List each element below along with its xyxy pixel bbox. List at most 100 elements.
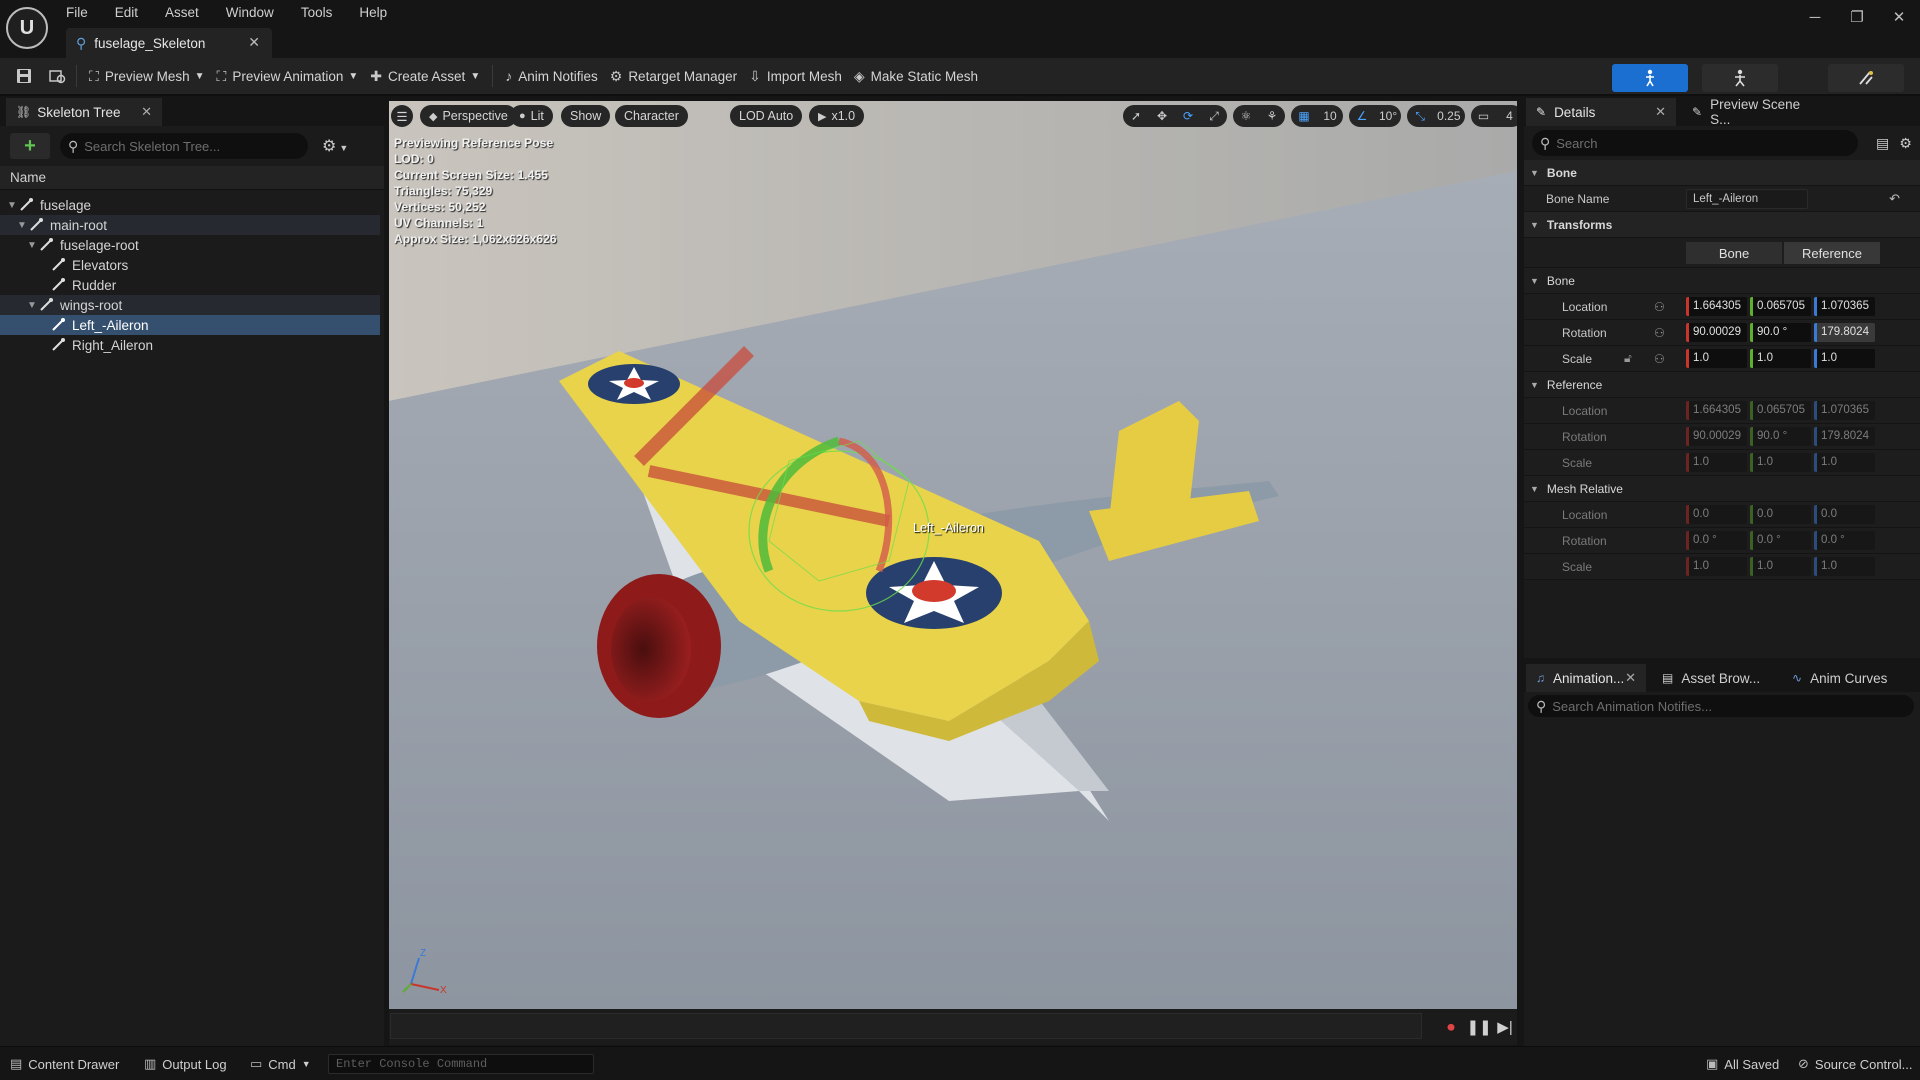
menu-tools[interactable]: Tools bbox=[301, 5, 333, 20]
expand-arrow-icon[interactable]: ▼ bbox=[6, 200, 18, 211]
perspective-button[interactable]: ◆ Perspective bbox=[420, 105, 517, 127]
menu-asset[interactable]: Asset bbox=[165, 5, 199, 20]
reference-toggle-button[interactable]: Reference bbox=[1784, 242, 1880, 264]
close-window-icon[interactable]: ✕ bbox=[1878, 0, 1920, 34]
settings-icon[interactable]: ⚙ bbox=[1899, 135, 1912, 152]
bone-name-field[interactable]: Left_-Aileron bbox=[1686, 189, 1808, 209]
world-space-icon[interactable]: ⚇ bbox=[1654, 300, 1665, 314]
browse-asset-icon[interactable] bbox=[46, 64, 70, 88]
skeleton-search-input[interactable] bbox=[84, 138, 308, 154]
scale-snap-icon[interactable]: ⤡ bbox=[1407, 105, 1434, 127]
close-tab-icon[interactable]: ✕ bbox=[1655, 104, 1666, 120]
skeleton-mode-button[interactable] bbox=[1612, 64, 1688, 92]
menu-edit[interactable]: Edit bbox=[115, 5, 138, 20]
surface-snap-icon[interactable]: ⚘ bbox=[1259, 105, 1285, 127]
console-command-input[interactable] bbox=[328, 1054, 594, 1074]
rotate-tool-icon[interactable]: ⟳ bbox=[1175, 105, 1201, 127]
section-transforms-header[interactable]: ▼ Transforms bbox=[1524, 212, 1920, 238]
menu-window[interactable]: Window bbox=[226, 5, 274, 20]
make-static-mesh-button[interactable]: ◈ Make Static Mesh bbox=[848, 62, 984, 90]
lod-button[interactable]: LOD Auto bbox=[730, 105, 803, 127]
animation-mode-button[interactable] bbox=[1828, 64, 1904, 92]
source-control-button[interactable]: ⊘ Source Control... bbox=[1798, 1053, 1912, 1075]
all-saved-button[interactable]: ▣ All Saved bbox=[1706, 1053, 1779, 1075]
grid-snap-icon[interactable]: ▦ bbox=[1291, 105, 1317, 127]
tree-row-right-aileron[interactable]: Right_Aileron bbox=[0, 335, 380, 355]
expand-arrow-icon[interactable]: ▼ bbox=[16, 220, 28, 231]
translate-tool-icon[interactable]: ✥ bbox=[1149, 105, 1175, 127]
tree-row-elevators[interactable]: Elevators bbox=[0, 255, 380, 275]
lock-icon[interactable]: 🔓︎ bbox=[1624, 351, 1632, 366]
character-button[interactable]: Character bbox=[615, 105, 688, 127]
subsection-reference-header[interactable]: ▼ Reference bbox=[1524, 372, 1920, 398]
grid-snap-value[interactable]: 10 bbox=[1317, 105, 1343, 127]
reset-icon[interactable]: ↶ bbox=[1889, 191, 1900, 207]
tree-row-fuselage-root[interactable]: ▼ fuselage-root bbox=[0, 235, 380, 255]
scale-y-field[interactable]: 1.0 bbox=[1750, 349, 1811, 368]
tab-preview-scene[interactable]: ✎ Preview Scene S... bbox=[1682, 97, 1816, 127]
tree-row-fuselage[interactable]: ▼ fuselage bbox=[0, 195, 380, 215]
viewport[interactable]: ☰ ◆ Perspective ● Lit Show Character LOD A… bbox=[389, 101, 1517, 1009]
expand-arrow-icon[interactable]: ▼ bbox=[26, 300, 38, 311]
tree-row-wings-root[interactable]: ▼ wings-root bbox=[0, 295, 380, 315]
rotation-snap-value[interactable]: 10° bbox=[1375, 105, 1402, 127]
scale-snap-value[interactable]: 0.25 bbox=[1433, 105, 1465, 127]
record-icon[interactable]: ⏺ bbox=[1440, 1016, 1462, 1038]
viewport-menu-button[interactable]: ☰ bbox=[391, 105, 413, 127]
import-mesh-button[interactable]: ⇩ Import Mesh bbox=[743, 62, 848, 90]
output-log-button[interactable]: ▥ Output Log bbox=[144, 1053, 227, 1075]
rotation-z-field[interactable]: 179.8024 bbox=[1814, 323, 1875, 342]
play-rate-button[interactable]: ▶ x1.0 bbox=[809, 105, 865, 127]
cmd-dropdown[interactable]: ▭ Cmd ▼ bbox=[250, 1053, 311, 1075]
menu-file[interactable]: File bbox=[66, 5, 88, 20]
preview-mesh-button[interactable]: ⛶ Preview Mesh ▼ bbox=[83, 62, 211, 90]
content-drawer-button[interactable]: ▤ Content Drawer bbox=[10, 1053, 119, 1075]
settings-icon[interactable]: ⚙ ▼ bbox=[322, 136, 348, 156]
menu-help[interactable]: Help bbox=[359, 5, 387, 20]
close-tab-icon[interactable]: ✕ bbox=[1625, 670, 1636, 686]
tree-row-left-aileron[interactable]: Left_-Aileron bbox=[0, 315, 380, 335]
tab-anim-curves[interactable]: ∿ Anim Curves bbox=[1782, 664, 1912, 692]
world-space-icon[interactable]: ⚇ bbox=[1654, 326, 1665, 340]
tab-animation-notifies[interactable]: ♫ Animation... ✕ bbox=[1526, 664, 1646, 692]
anim-notifies-button[interactable]: ♪ Anim Notifies bbox=[499, 62, 604, 90]
location-z-field[interactable]: 1.070365 bbox=[1814, 297, 1875, 316]
create-asset-button[interactable]: ✚ Create Asset ▼ bbox=[364, 62, 486, 90]
section-bone-header[interactable]: ▼ Bone bbox=[1524, 160, 1920, 186]
show-button[interactable]: Show bbox=[561, 105, 611, 127]
restore-icon[interactable]: ❐ bbox=[1836, 0, 1878, 34]
camera-speed-icon[interactable]: ▭ bbox=[1470, 105, 1497, 127]
close-tab-icon[interactable]: ✕ bbox=[248, 34, 260, 51]
lit-button[interactable]: ● Lit bbox=[510, 105, 553, 127]
add-socket-button[interactable]: + bbox=[10, 133, 50, 159]
tree-row-rudder[interactable]: Rudder bbox=[0, 275, 380, 295]
tree-row-main-root[interactable]: ▼ main-root bbox=[0, 215, 380, 235]
expand-arrow-icon[interactable]: ▼ bbox=[26, 240, 38, 251]
timeline-track[interactable] bbox=[390, 1013, 1422, 1039]
details-search-input[interactable] bbox=[1556, 135, 1858, 151]
world-space-icon[interactable]: ⚇ bbox=[1654, 352, 1665, 366]
pause-icon[interactable]: ❚❚ bbox=[1466, 1016, 1491, 1038]
rotation-x-field[interactable]: 90.00029 bbox=[1686, 323, 1747, 342]
camera-speed-value[interactable]: 4 bbox=[1496, 105, 1517, 127]
bone-toggle-button[interactable]: Bone bbox=[1686, 242, 1782, 264]
preview-animation-button[interactable]: ⛶ Preview Animation ▼ bbox=[211, 62, 365, 90]
minimize-icon[interactable]: ─ bbox=[1794, 0, 1836, 34]
tree-column-header[interactable]: Name bbox=[0, 166, 384, 190]
select-tool-icon[interactable]: ➚ bbox=[1123, 105, 1149, 127]
mesh-mode-button[interactable] bbox=[1702, 64, 1778, 92]
unreal-logo-icon[interactable]: U bbox=[6, 7, 48, 49]
tab-details[interactable]: ✎ Details ✕ bbox=[1526, 98, 1676, 126]
tab-asset-browser[interactable]: ▤ Asset Brow... bbox=[1652, 664, 1776, 692]
rotation-snap-icon[interactable]: ∠ bbox=[1349, 105, 1375, 127]
retarget-manager-button[interactable]: ⚙ Retarget Manager bbox=[604, 62, 743, 90]
save-icon[interactable] bbox=[12, 64, 36, 88]
subsection-mesh-relative-header[interactable]: ▼ Mesh Relative bbox=[1524, 476, 1920, 502]
subsection-bone-header[interactable]: ▼ Bone bbox=[1524, 268, 1920, 294]
tab-skeleton-tree[interactable]: ⛓ Skeleton Tree ✕ bbox=[6, 98, 162, 126]
anim-notifies-search-input[interactable] bbox=[1552, 698, 1914, 714]
scale-z-field[interactable]: 1.0 bbox=[1814, 349, 1875, 368]
rotation-y-field[interactable]: 90.0 ° bbox=[1750, 323, 1811, 342]
location-x-field[interactable]: 1.664305 bbox=[1686, 297, 1747, 316]
step-forward-icon[interactable]: ▶| bbox=[1494, 1016, 1516, 1038]
